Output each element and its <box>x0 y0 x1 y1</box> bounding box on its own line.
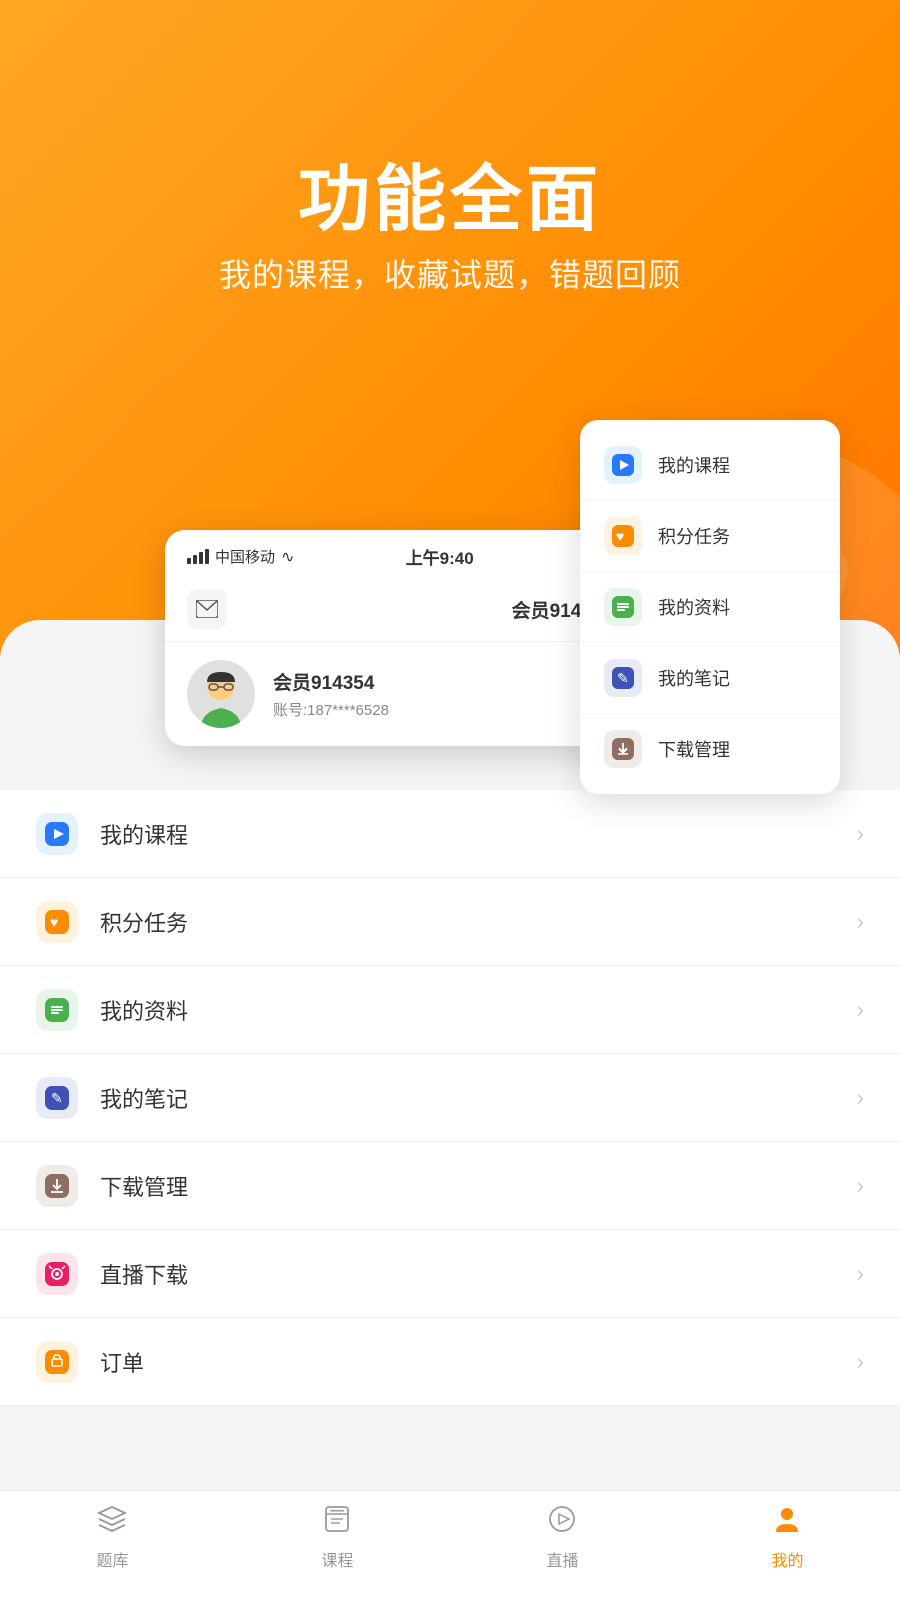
list-item-left: 我的课程 <box>36 813 188 855</box>
svg-text:✎: ✎ <box>51 1090 63 1106</box>
list-item-left: ♥ 积分任务 <box>36 901 188 943</box>
phone-header: 会员914354 <box>165 577 635 642</box>
live-download-list-icon <box>36 1253 78 1295</box>
avatar <box>187 660 255 728</box>
profile-account: 账号:187****6528 <box>273 699 389 720</box>
list-item-left: 下载管理 <box>36 1165 188 1207</box>
chevron-right-icon: › <box>857 1349 864 1375</box>
hero-subtitle: 我的课程，收藏试题，错题回顾 <box>0 250 900 296</box>
nav-item-mine[interactable]: 我的 <box>771 1504 803 1571</box>
chevron-right-icon: › <box>857 997 864 1023</box>
hero-title: 功能全面 <box>0 140 900 245</box>
profile-name: 会员914354 <box>273 668 389 695</box>
list-item-points[interactable]: ♥ 积分任务 › <box>0 878 900 966</box>
notes-icon-box: ✎ <box>604 659 642 697</box>
list-item-left: 我的资料 <box>36 989 188 1031</box>
nav-item-question-bank[interactable]: 题库 <box>96 1504 128 1571</box>
list-item-live-download[interactable]: 直播下载 › <box>0 1230 900 1318</box>
notes-list-label: 我的笔记 <box>100 1082 188 1114</box>
svg-text:♥: ♥ <box>50 914 58 930</box>
carrier-name: 中国移动 <box>215 546 275 567</box>
floating-menu-item-course[interactable]: 我的课程 <box>580 430 840 501</box>
floating-course-label: 我的课程 <box>658 452 730 478</box>
phone-profile: 会员914354 账号:187****6528 <box>165 642 635 746</box>
list-item-left: 订单 <box>36 1341 144 1383</box>
list-item-material[interactable]: 我的资料 › <box>0 966 900 1054</box>
list-item-left: ✎ 我的笔记 <box>36 1077 188 1119</box>
bottom-nav: 题库 课程 直播 <box>0 1490 900 1600</box>
nav-label-mine: 我的 <box>771 1547 803 1571</box>
floating-menu-item-notes[interactable]: ✎ 我的笔记 <box>580 643 840 714</box>
floating-points-label: 积分任务 <box>658 523 730 549</box>
floating-notes-label: 我的笔记 <box>658 665 730 691</box>
points-list-icon: ♥ <box>36 901 78 943</box>
notes-list-icon: ✎ <box>36 1077 78 1119</box>
chevron-right-icon: › <box>857 1261 864 1287</box>
signal-icon <box>187 549 209 564</box>
list-item-download[interactable]: 下载管理 › <box>0 1142 900 1230</box>
list-item-course[interactable]: 我的课程 › <box>0 790 900 878</box>
main-list: 我的课程 › ♥ 积分任务 › <box>0 790 900 1406</box>
list-item-order[interactable]: 订单 › <box>0 1318 900 1406</box>
floating-menu-item-material[interactable]: 我的资料 <box>580 572 840 643</box>
download-icon-box <box>604 730 642 768</box>
chevron-right-icon: › <box>857 909 864 935</box>
chevron-right-icon: › <box>857 821 864 847</box>
nav-label-question-bank: 题库 <box>96 1547 128 1571</box>
course-list-label: 我的课程 <box>100 818 188 850</box>
points-icon-box: ♥ <box>604 517 642 555</box>
nav-item-live[interactable]: 直播 <box>546 1504 578 1571</box>
mail-icon[interactable] <box>187 589 227 629</box>
profile-info: 会员914354 账号:187****6528 <box>273 668 389 720</box>
list-item-notes[interactable]: ✎ 我的笔记 › <box>0 1054 900 1142</box>
floating-menu-item-points[interactable]: ♥ 积分任务 <box>580 501 840 572</box>
play-circle-icon <box>547 1504 577 1541</box>
nav-label-course: 课程 <box>321 1547 353 1571</box>
course-icon-box <box>604 446 642 484</box>
floating-menu-item-download[interactable]: 下载管理 <box>580 714 840 784</box>
list-item-left: 直播下载 <box>36 1253 188 1295</box>
order-list-label: 订单 <box>100 1346 144 1378</box>
nav-label-live: 直播 <box>546 1547 578 1571</box>
wifi-icon: ∿ <box>281 547 294 567</box>
floating-menu: 我的课程 ♥ 积分任务 我的资料 ✎ 我的笔记 <box>580 420 840 794</box>
course-list-icon <box>36 813 78 855</box>
material-icon-box <box>604 588 642 626</box>
phone-card: 中国移动 ∿ 上午9:40 会员914354 <box>165 530 635 746</box>
download-list-label: 下载管理 <box>100 1170 188 1202</box>
phone-status-bar: 中国移动 ∿ 上午9:40 <box>165 530 635 577</box>
floating-material-label: 我的资料 <box>658 594 730 620</box>
status-time: 上午9:40 <box>406 544 474 569</box>
svg-text:♥: ♥ <box>616 528 624 544</box>
material-list-label: 我的资料 <box>100 994 188 1026</box>
points-list-label: 积分任务 <box>100 906 188 938</box>
live-download-list-label: 直播下载 <box>100 1258 188 1290</box>
status-left: 中国移动 ∿ <box>187 546 294 567</box>
svg-text:✎: ✎ <box>617 670 629 686</box>
book-icon <box>322 1504 352 1541</box>
chevron-right-icon: › <box>857 1173 864 1199</box>
floating-download-label: 下载管理 <box>658 736 730 762</box>
person-icon <box>772 1504 802 1541</box>
order-list-icon <box>36 1341 78 1383</box>
download-list-icon <box>36 1165 78 1207</box>
material-list-icon <box>36 989 78 1031</box>
nav-item-course[interactable]: 课程 <box>321 1504 353 1571</box>
layers-icon <box>97 1504 127 1541</box>
chevron-right-icon: › <box>857 1085 864 1111</box>
